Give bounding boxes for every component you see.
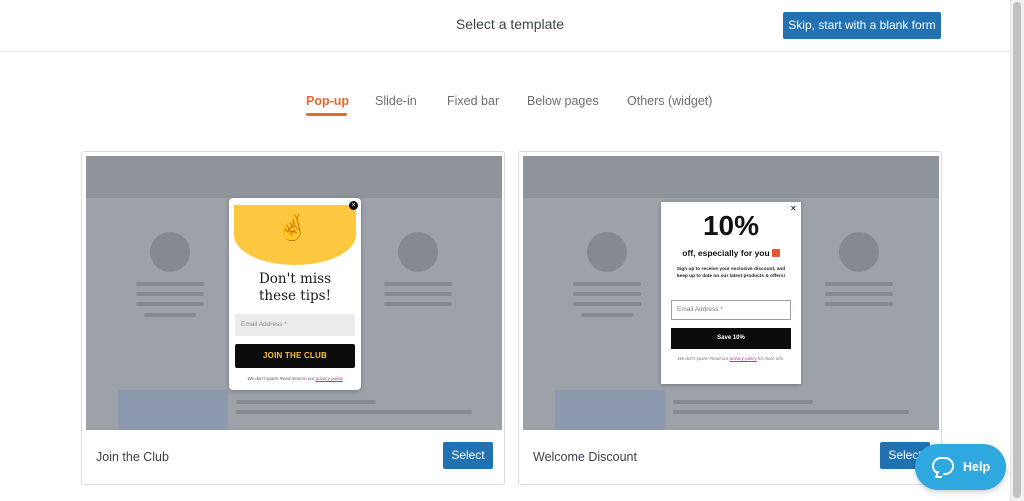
active-tab-indicator <box>306 113 347 116</box>
tab-below-pages[interactable]: Below pages <box>527 94 599 108</box>
placeholder-line <box>384 302 452 306</box>
placeholder-line <box>136 302 204 306</box>
placeholder-line <box>825 292 893 296</box>
discount-headline: 10% <box>702 210 760 241</box>
placeholder-line <box>144 313 196 317</box>
placeholder-line <box>573 292 641 296</box>
template-preview[interactable]: 🤞 × Don't miss these tips! Email Address… <box>86 156 502 430</box>
popup-title: Don't miss these tips! <box>229 271 361 305</box>
placeholder-line <box>673 400 813 404</box>
top-header: Select a template Skip, start with a bla… <box>0 0 1010 52</box>
email-field: Email Address * <box>235 314 355 336</box>
placeholder-line <box>384 282 452 286</box>
crossed-fingers-icon: 🤞 <box>276 212 309 242</box>
popup-preview-welcome-discount: ✕ 10% off, especially for you Sign up to… <box>661 202 801 384</box>
placeholder-line <box>573 302 641 306</box>
privacy-note: We don't spam! Read more in our privacy … <box>229 376 361 381</box>
placeholder-avatar <box>839 232 879 272</box>
close-icon: × <box>349 201 358 210</box>
placeholder-line <box>581 313 633 317</box>
placeholder-image <box>118 390 228 430</box>
discount-subheadline: off, especially for you <box>661 248 801 258</box>
template-type-tabs: Pop-up Slide-in Fixed bar Below pages Ot… <box>0 94 1010 118</box>
placeholder-avatar <box>398 232 438 272</box>
placeholder-avatar <box>587 232 627 272</box>
popup-preview-join-club: 🤞 × Don't miss these tips! Email Address… <box>229 198 361 390</box>
template-card-join-the-club[interactable]: 🤞 × Don't miss these tips! Email Address… <box>81 151 505 485</box>
privacy-policy-link: privacy policy <box>729 356 757 361</box>
placeholder-header <box>523 156 939 198</box>
placeholder-line <box>673 410 909 414</box>
placeholder-line <box>236 400 376 404</box>
privacy-note-suffix: for more info. <box>756 356 785 361</box>
chat-bubble-icon <box>932 457 954 475</box>
tab-fixed-bar[interactable]: Fixed bar <box>447 94 499 108</box>
placeholder-line <box>136 292 204 296</box>
join-club-button: JOIN THE CLUB <box>235 344 355 368</box>
email-field: Email Address * <box>671 300 791 320</box>
help-label: Help <box>963 460 991 474</box>
popup-title-line-1: Don't miss <box>258 271 332 287</box>
privacy-note-text: We don't spam! Read our <box>677 356 730 361</box>
placeholder-line <box>136 282 204 286</box>
discount-description: Sign up to receive your exclusive discou… <box>676 267 786 279</box>
tab-others-widget[interactable]: Others (widget) <box>627 94 712 108</box>
gift-icon <box>771 249 780 257</box>
select-button[interactable]: Select <box>443 442 493 469</box>
discount-subheadline-text: off, especially for you <box>682 248 770 258</box>
placeholder-line <box>825 302 893 306</box>
skip-blank-form-button[interactable]: Skip, start with a blank form <box>783 12 941 39</box>
privacy-note-text: We don't spam! Read more in our <box>247 376 316 381</box>
tab-popup[interactable]: Pop-up <box>306 94 349 108</box>
template-preview[interactable]: ✕ 10% off, especially for you Sign up to… <box>523 156 939 430</box>
placeholder-header <box>86 156 502 198</box>
scrollbar-thumb[interactable] <box>1013 2 1021 498</box>
save-discount-button: Save 10% <box>671 328 791 349</box>
privacy-note: We don't spam! Read our privacy policy f… <box>671 356 791 362</box>
placeholder-line <box>236 410 472 414</box>
privacy-policy-link: privacy policy <box>315 376 343 381</box>
placeholder-line <box>573 282 641 286</box>
help-button[interactable]: Help <box>915 444 1006 490</box>
placeholder-image <box>555 390 665 430</box>
placeholder-avatar <box>150 232 190 272</box>
template-name: Join the Club <box>96 450 169 464</box>
popup-title-line-2: these tips! <box>258 288 332 304</box>
tab-slide-in[interactable]: Slide-in <box>375 94 417 108</box>
placeholder-line <box>825 282 893 286</box>
template-name: Welcome Discount <box>533 450 637 464</box>
placeholder-line <box>384 292 452 296</box>
template-card-welcome-discount[interactable]: ✕ 10% off, especially for you Sign up to… <box>518 151 942 485</box>
